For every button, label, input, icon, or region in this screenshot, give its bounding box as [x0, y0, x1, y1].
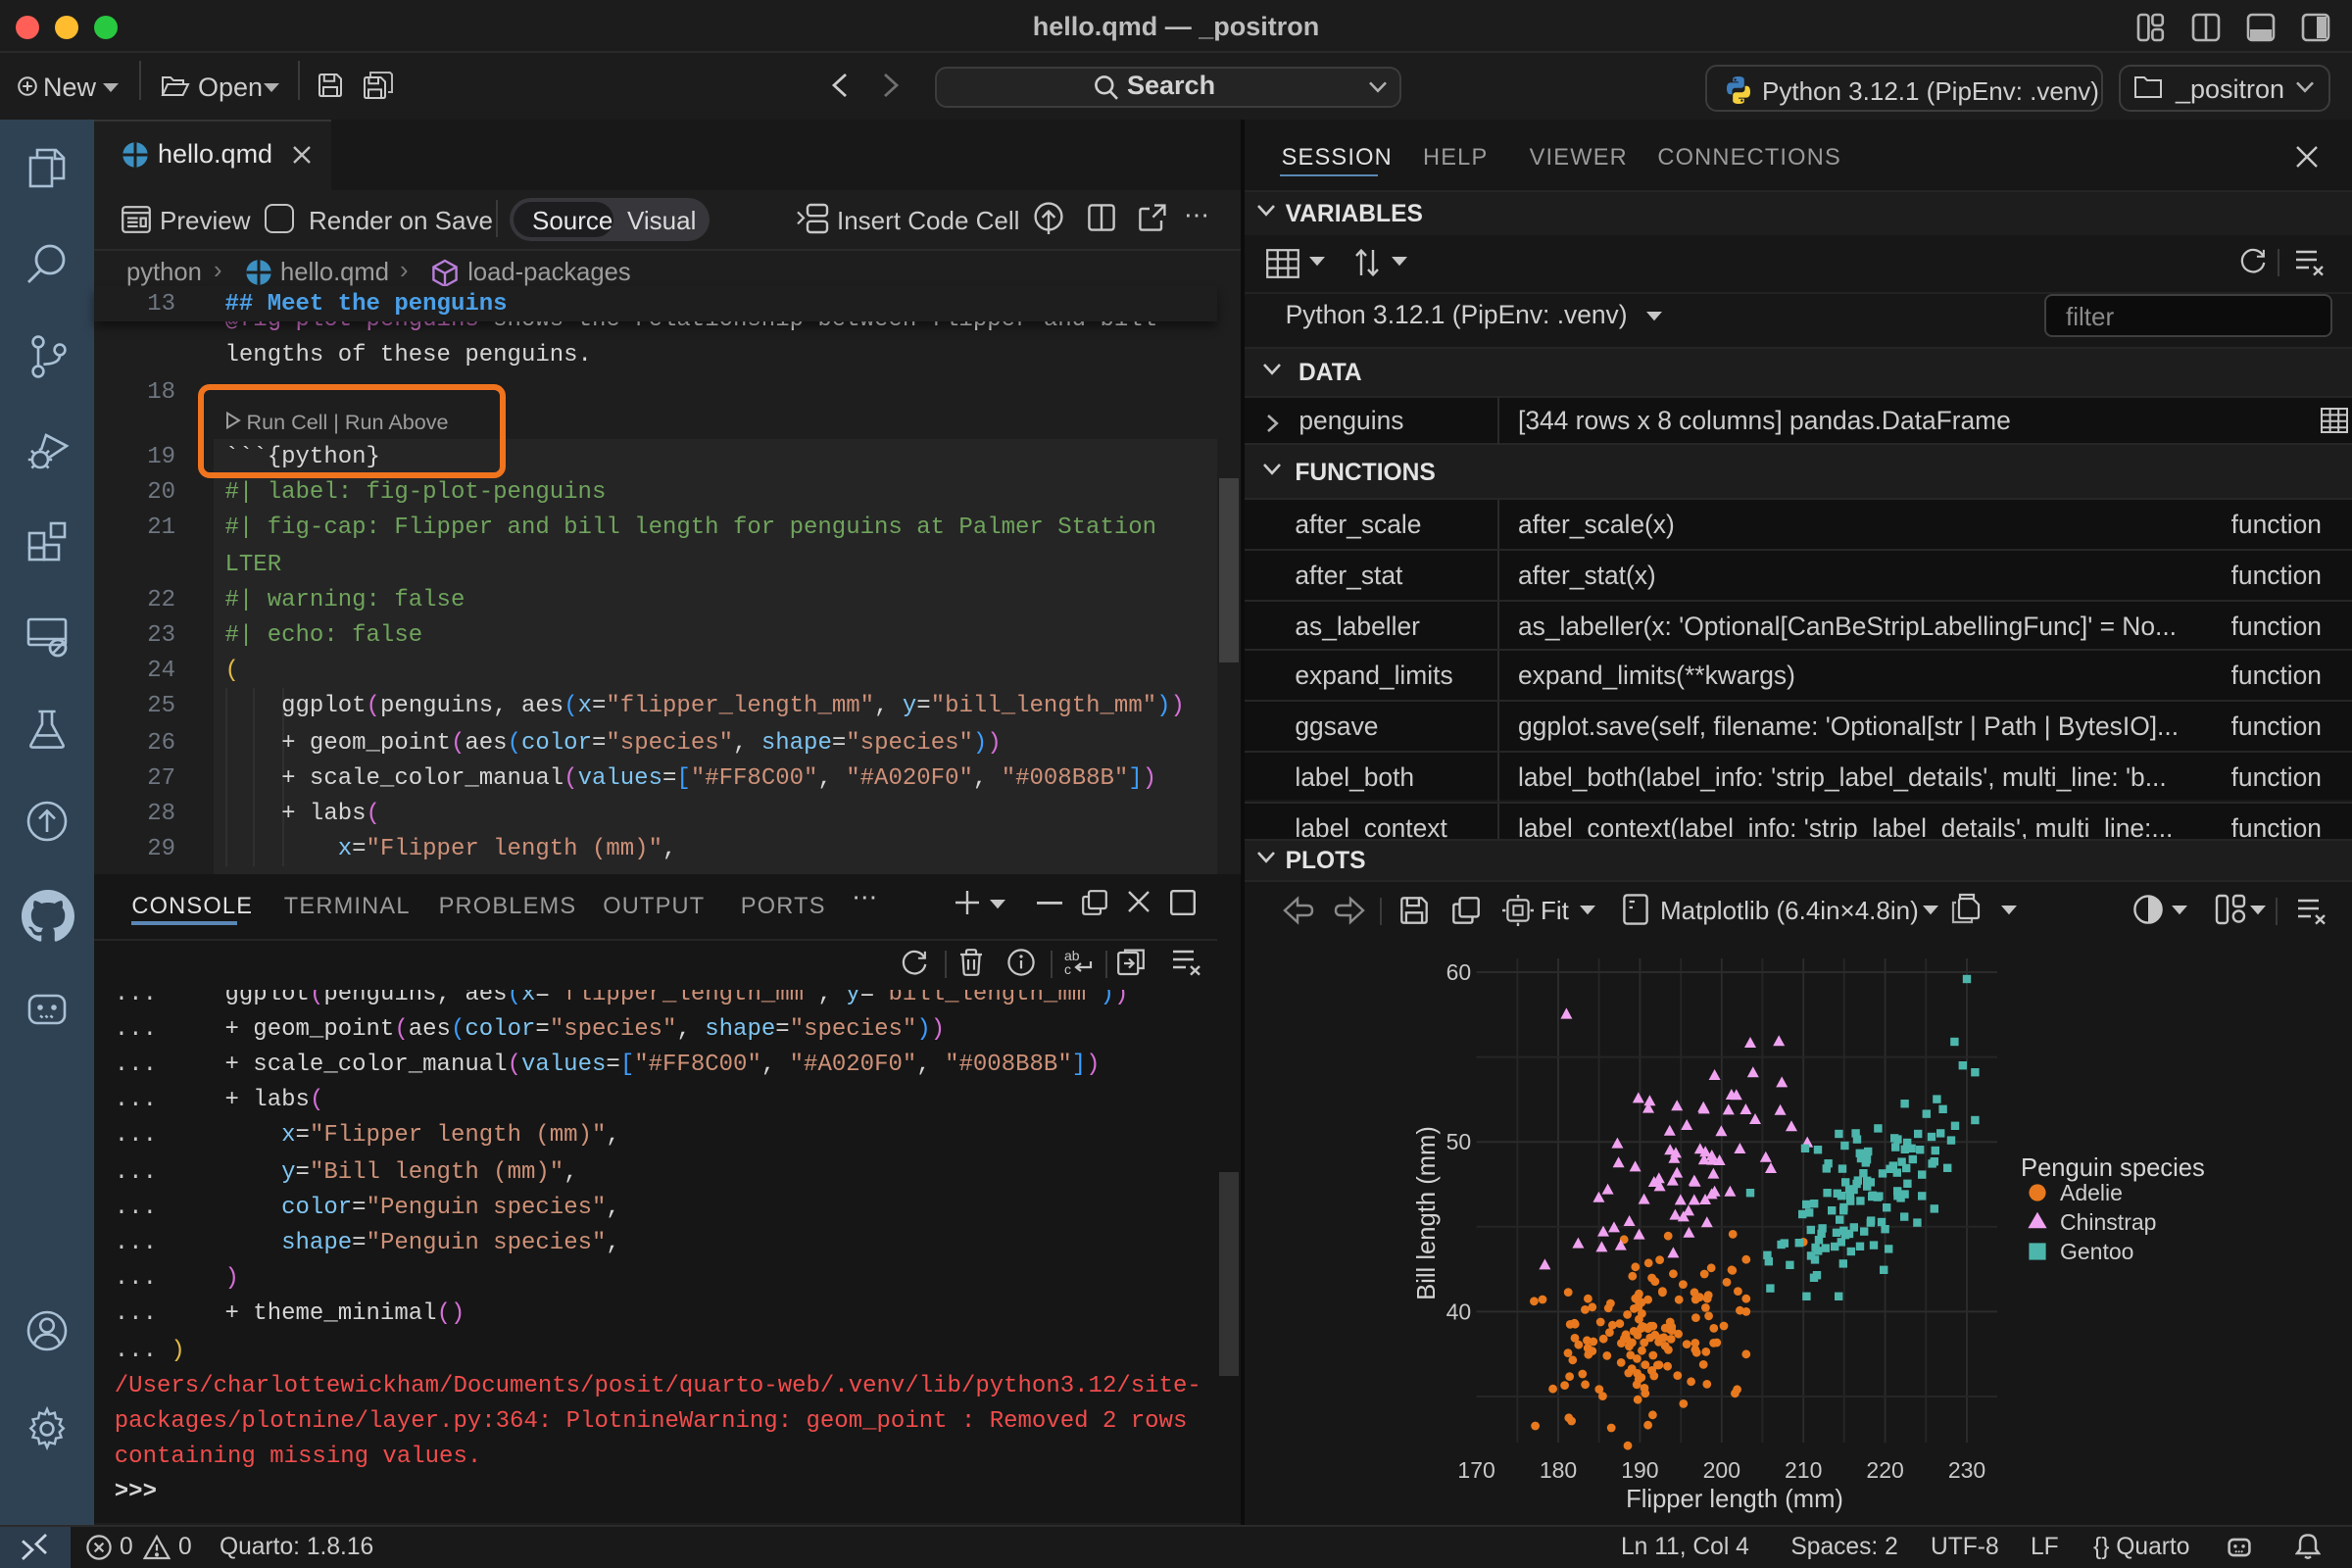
svg-text:60: 60: [1446, 959, 1472, 985]
svg-text:Flipper length (mm): Flipper length (mm): [1626, 1486, 1843, 1513]
svg-text:180: 180: [1540, 1457, 1577, 1483]
svg-text:Adelie: Adelie: [2060, 1180, 2123, 1205]
svg-text:210: 210: [1785, 1457, 1822, 1483]
svg-text:220: 220: [1866, 1457, 1903, 1483]
svg-text:Gentoo: Gentoo: [2060, 1239, 2133, 1264]
svg-text:200: 200: [1703, 1457, 1740, 1483]
svg-text:190: 190: [1621, 1457, 1658, 1483]
svg-text:230: 230: [1948, 1457, 1985, 1483]
svg-text:c: c: [1064, 961, 1071, 976]
svg-text:Penguin species: Penguin species: [2021, 1154, 2205, 1182]
svg-text:170: 170: [1457, 1457, 1494, 1483]
svg-text:Chinstrap: Chinstrap: [2060, 1209, 2156, 1235]
svg-text:40: 40: [1446, 1298, 1472, 1324]
svg-text:50: 50: [1446, 1129, 1472, 1154]
svg-text:Bill length (mm): Bill length (mm): [1413, 1126, 1441, 1300]
